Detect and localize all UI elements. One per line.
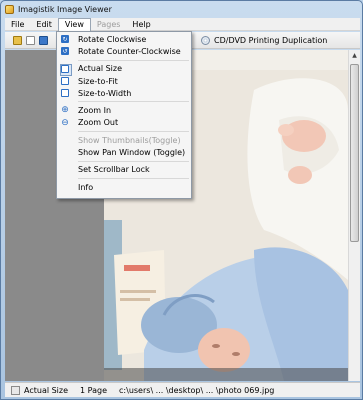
set-scrollbar-lock-label: Set Scrollbar Lock: [78, 165, 150, 175]
rotate-counter-clockwise-label: Rotate Counter-Clockwise: [78, 46, 181, 56]
rotate-icon[interactable]: [39, 35, 48, 45]
title-bar[interactable]: Imagistik Image Viewer: [1, 1, 362, 17]
menu-info[interactable]: Info: [57, 181, 191, 193]
size-to-fit-label: Size-to-Fit: [78, 76, 118, 86]
menu-bar: File Edit View Pages Help: [5, 17, 360, 31]
window-title: Imagistik Image Viewer: [18, 4, 112, 14]
menu-size-to-width[interactable]: Size-to-Width: [57, 87, 191, 99]
page-icon[interactable]: [26, 35, 35, 45]
scroll-thumb[interactable]: [350, 64, 359, 242]
menu-zoom-in[interactable]: ⊕ Zoom In: [57, 104, 191, 116]
app-window: Imagistik Image Viewer File Edit View Pa…: [0, 0, 363, 400]
menu-separator: [78, 131, 189, 133]
dvd-printing-label: CD/DVD Printing Duplication: [214, 36, 328, 45]
view-menu-dropdown: ↻ Rotate Clockwise ↺ Rotate Counter-Cloc…: [56, 31, 192, 199]
menu-size-to-fit[interactable]: Size-to-Fit: [57, 75, 191, 87]
size-to-width-icon: [61, 89, 69, 98]
size-to-width-label: Size-to-Width: [78, 88, 132, 98]
zoom-out-label: Zoom Out: [78, 118, 119, 128]
menu-show-thumbnails[interactable]: Show Thumbnails(Toggle): [57, 134, 191, 146]
zoom-in-label: Zoom In: [78, 106, 112, 116]
open-folder-icon[interactable]: [13, 35, 22, 45]
rotate-counter-clockwise-icon: ↺: [61, 47, 69, 56]
menu-rotate-counter-clockwise[interactable]: ↺ Rotate Counter-Clockwise: [57, 45, 191, 57]
menu-separator: [78, 59, 189, 61]
zoom-in-icon: ⊕: [61, 105, 69, 116]
dvd-printing-link[interactable]: CD/DVD Printing Duplication: [201, 32, 327, 49]
app-logo-icon: [5, 4, 14, 14]
status-size-mode: Actual Size: [24, 385, 69, 395]
show-pan-window-label: Show Pan Window (Toggle): [78, 148, 186, 158]
status-file-path: c:\users\ ... \desktop\ ... \photo 069.j…: [119, 385, 275, 395]
actual-size-label: Actual Size: [78, 64, 123, 74]
size-to-fit-icon: [61, 76, 69, 85]
zoom-out-icon: ⊖: [61, 117, 69, 128]
rotate-clockwise-icon: ↻: [61, 35, 69, 43]
menu-actual-size[interactable]: Actual Size: [57, 63, 191, 76]
rotate-clockwise-label: Rotate Clockwise: [78, 34, 147, 44]
menu-rotate-clockwise[interactable]: ↻ Rotate Clockwise: [57, 33, 191, 45]
scroll-up-icon[interactable]: ▲: [349, 50, 360, 61]
menu-view[interactable]: View: [57, 17, 91, 31]
menu-set-scrollbar-lock[interactable]: Set Scrollbar Lock: [57, 164, 191, 176]
status-page-icon: [11, 385, 20, 395]
menu-edit[interactable]: Edit: [30, 18, 58, 31]
status-page-count: 1 Page: [80, 385, 108, 395]
vertical-scrollbar[interactable]: ▲: [348, 50, 360, 381]
menu-separator: [78, 177, 189, 179]
menu-separator: [78, 101, 189, 103]
show-thumbnails-label: Show Thumbnails(Toggle): [78, 135, 181, 145]
menu-file[interactable]: File: [5, 18, 30, 31]
disc-icon: [201, 36, 210, 45]
menu-zoom-out[interactable]: ⊖ Zoom Out: [57, 117, 191, 129]
menu-show-pan-window[interactable]: Show Pan Window (Toggle): [57, 146, 191, 158]
actual-size-icon: [61, 64, 69, 73]
menu-separator: [78, 160, 189, 162]
menu-help[interactable]: Help: [126, 18, 156, 31]
status-bar: Actual Size 1 Page c:\users\ ... \deskto…: [5, 382, 360, 397]
info-label: Info: [78, 182, 94, 192]
menu-pages[interactable]: Pages: [91, 18, 127, 31]
